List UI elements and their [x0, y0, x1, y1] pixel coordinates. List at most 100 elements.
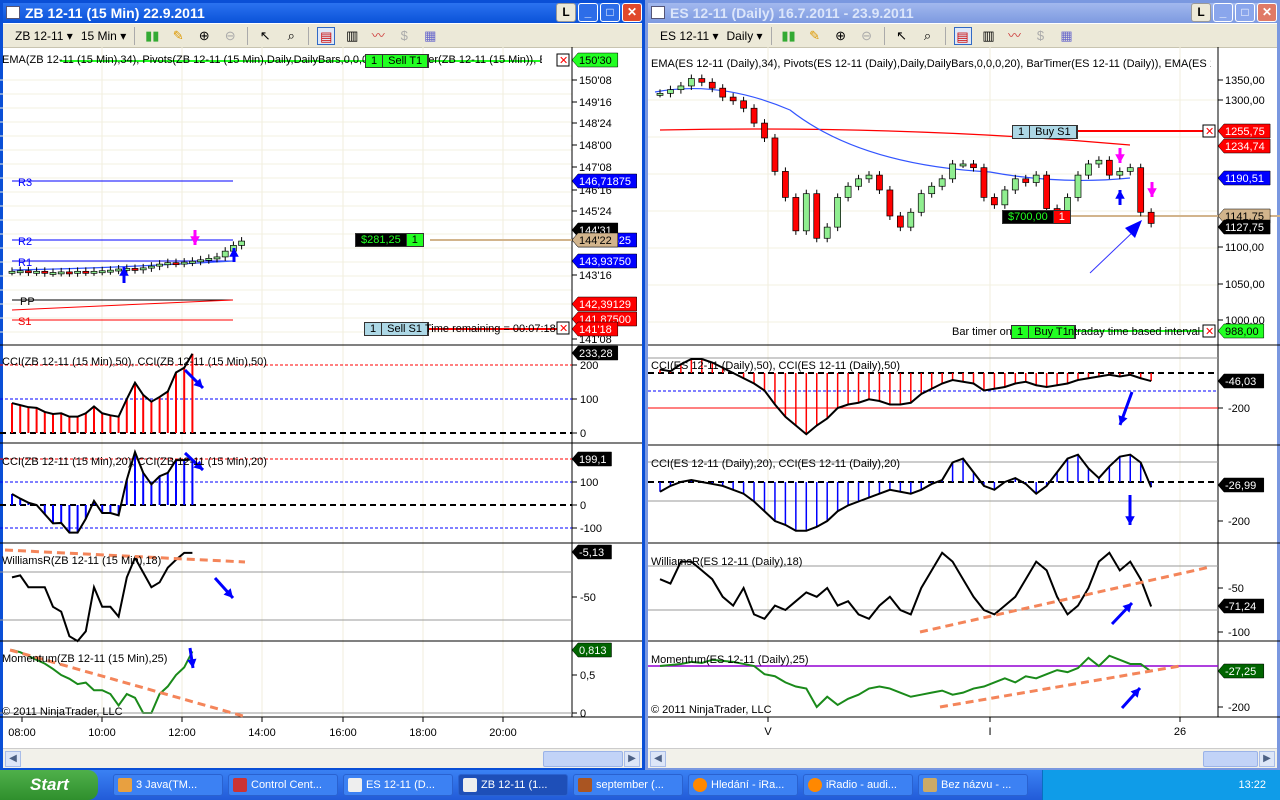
- taskbar-item[interactable]: september (...: [573, 774, 683, 796]
- time-tick-label: 12:00: [168, 727, 196, 739]
- arrow-head-icon: [1125, 220, 1142, 238]
- axis-tick-label: -200: [1228, 516, 1250, 528]
- time-tick-label: 18:00: [409, 727, 437, 739]
- folder-icon: [578, 778, 592, 792]
- pivot-r3-label: R3: [18, 177, 33, 189]
- copyright: © 2011 NinjaTrader, LLC: [651, 704, 772, 716]
- sell-s1-order[interactable]: 1 Sell S1: [364, 322, 429, 336]
- cci50-label: CCI(ZB 12-11 (15 Min),50), CCI(ZB 12-11 …: [2, 356, 267, 368]
- candle: [719, 87, 727, 98]
- sell-t1-order[interactable]: 1 Sell T1: [365, 54, 430, 68]
- candle: [949, 163, 956, 180]
- candle: [1085, 163, 1092, 176]
- price-tag-ema: 1190,51: [1225, 173, 1264, 185]
- candle: [928, 185, 936, 195]
- cci50-value-tag: 233,28: [579, 348, 613, 360]
- cci50-label: CCI(ES 12-11 (Daily),50), CCI(ES 12-11 (…: [651, 360, 900, 372]
- java-icon: [118, 778, 132, 792]
- taskbar-item[interactable]: Control Cent...: [228, 774, 338, 796]
- cci50-value-tag: -46,03: [1225, 376, 1256, 388]
- axis-tick-label: -200: [1228, 403, 1250, 415]
- pivot-pp-label: PP: [20, 296, 35, 308]
- candle: [761, 122, 768, 139]
- candle: [156, 263, 163, 267]
- candle: [886, 189, 894, 217]
- price-tick-label: 143'16: [579, 270, 612, 282]
- momentum-value-tag: 0,813: [579, 645, 607, 657]
- time-tick-label: V: [764, 726, 772, 738]
- taskbar-item[interactable]: Hledání - iRa...: [688, 774, 798, 796]
- candle: [205, 258, 213, 261]
- taskbar-item[interactable]: iRadio - audi...: [803, 774, 913, 796]
- williams-label: WilliamsR(ES 12-11 (Daily),18): [651, 556, 803, 568]
- candle: [1043, 174, 1051, 209]
- chart-icon: [463, 778, 477, 792]
- candle: [677, 85, 685, 91]
- pivot-r2-label: R2: [18, 236, 33, 248]
- axis-tick-label: 100: [580, 477, 598, 489]
- candle: [98, 270, 106, 274]
- candle: [57, 271, 65, 275]
- candle: [49, 272, 57, 275]
- candle: [1147, 211, 1155, 224]
- arrow-head-icon: [190, 236, 200, 245]
- price-tick-label: 147'08: [579, 162, 612, 174]
- momentum-label: Momentum(ZB 12-11 (15 Min),25): [2, 653, 168, 665]
- price-tag-entry: 144'22: [579, 235, 612, 247]
- candle: [740, 100, 747, 109]
- williams-value-tag: -71,24: [1225, 601, 1256, 613]
- arrow-head-icon: [1115, 190, 1125, 199]
- candle: [959, 163, 967, 167]
- candle: [708, 81, 716, 89]
- momentum-label: Momentum(ES 12-11 (Daily),25): [651, 654, 809, 666]
- firefox-icon: [808, 778, 822, 792]
- taskbar: Start 3 Java(TM... Control Cent... ES 12…: [0, 770, 1280, 800]
- axis-tick-label: -200: [1228, 702, 1250, 714]
- axis-tick-label: 0: [580, 500, 586, 512]
- candle: [33, 270, 40, 274]
- candle: [865, 174, 873, 180]
- bar-timer-text: Time remaining = 00:07:18: [425, 323, 556, 335]
- position-pnl[interactable]: $281,25 1: [355, 233, 424, 247]
- price-tag-stop: 141'18: [579, 324, 612, 336]
- bar-timer-text: Bar timer on: [952, 326, 1012, 338]
- pivot-r1-label: R1: [18, 257, 33, 269]
- price-tick-label: 1350,00: [1225, 75, 1265, 87]
- candle: [771, 137, 779, 172]
- time-tick-label: 26: [1174, 726, 1186, 738]
- candle: [844, 185, 852, 198]
- close-order-icon: ✕: [1205, 126, 1214, 138]
- candle: [213, 256, 221, 260]
- taskbar-item[interactable]: ES 12-11 (D...: [343, 774, 453, 796]
- firefox-icon: [693, 778, 707, 792]
- candle: [1032, 174, 1040, 183]
- taskbar-item[interactable]: Bez názvu - ...: [918, 774, 1028, 796]
- chart-icon: [348, 778, 362, 792]
- cci20-value-tag: -26,99: [1225, 480, 1256, 492]
- buy-t1-order[interactable]: 1 Buy T1: [1011, 325, 1076, 339]
- candle: [82, 270, 90, 274]
- williams-label: WilliamsR(ZB 12-11 (15 Min),18): [2, 555, 162, 567]
- time-tick-label: 14:00: [248, 727, 276, 739]
- axis-tick-label: -100: [580, 523, 602, 535]
- candle: [1126, 167, 1134, 172]
- candle: [782, 171, 789, 198]
- pivot-s1-label: S1: [18, 316, 32, 328]
- position-pnl[interactable]: $700,00 1: [1002, 210, 1071, 224]
- axis-tick-label: 0,5: [580, 670, 595, 682]
- taskbar-item[interactable]: ZB 12-11 (1...: [458, 774, 568, 796]
- candle: [221, 250, 229, 258]
- cci20-label: CCI(ZB 12-11 (15 Min),20), CCI(ZB 12-11 …: [2, 456, 267, 468]
- candle: [1001, 189, 1009, 206]
- paint-icon: [923, 778, 937, 792]
- candle: [970, 163, 977, 169]
- close-order-icon: ✕: [559, 323, 568, 335]
- candle: [802, 193, 810, 232]
- momentum-value-tag: -27,25: [1225, 666, 1256, 678]
- taskbar-item[interactable]: 3 Java(TM...: [113, 774, 223, 796]
- candle: [938, 178, 946, 187]
- start-button[interactable]: Start: [0, 770, 98, 800]
- price-tag-r1: 143,93750: [579, 256, 631, 268]
- buy-s1-order[interactable]: 1 Buy S1: [1012, 125, 1078, 139]
- candle: [16, 270, 24, 274]
